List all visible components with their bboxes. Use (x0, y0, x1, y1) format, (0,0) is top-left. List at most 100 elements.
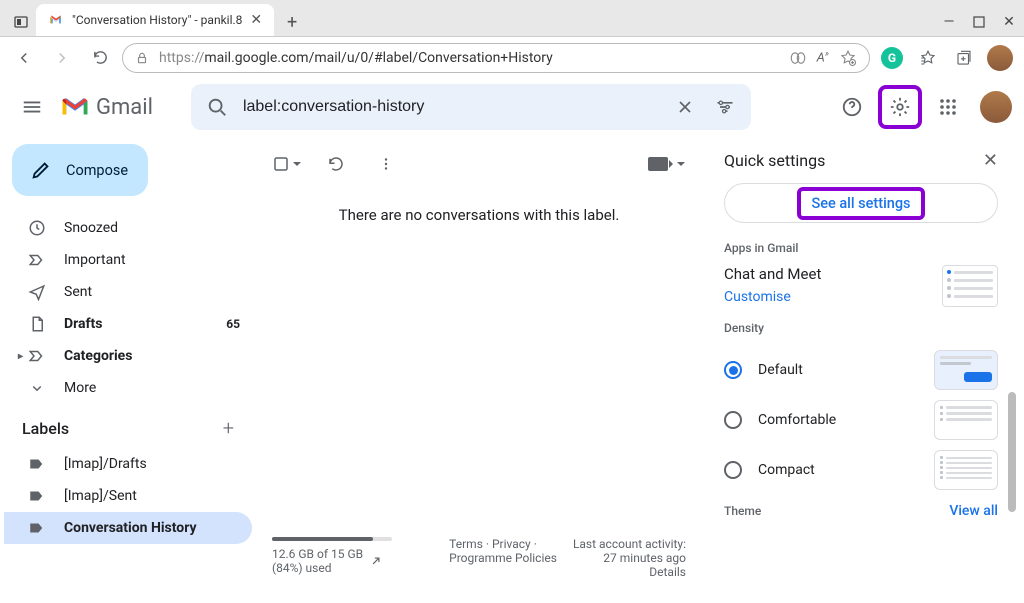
new-tab-button[interactable]: + (278, 8, 306, 36)
add-label-icon[interactable]: + (223, 416, 234, 440)
url-prefix: https:// (159, 50, 204, 66)
label-imap-drafts[interactable]: [Imap]/Drafts (4, 448, 252, 480)
gmail-logo[interactable]: Gmail (60, 95, 153, 120)
address-bar: https://mail.google.com/mail/u/0/#label/… (0, 36, 1024, 78)
density-preview-comfortable (934, 400, 998, 440)
compose-button[interactable]: Compose (12, 144, 148, 196)
more-options-icon[interactable] (370, 148, 402, 180)
window-minimize[interactable]: ― (934, 8, 964, 36)
gmail-logo-text: Gmail (96, 95, 153, 120)
clock-icon (28, 219, 46, 237)
sidebar-item-categories[interactable]: ▸ Categories (4, 340, 252, 372)
close-panel-icon[interactable]: ✕ (983, 150, 998, 171)
address-field[interactable]: https://mail.google.com/mail/u/0/#label/… (122, 43, 870, 73)
gmail-header: Gmail (0, 78, 1024, 136)
apps-icon[interactable] (928, 87, 968, 127)
search-input[interactable] (243, 98, 659, 116)
input-tools-icon[interactable] (648, 157, 686, 171)
density-preview-default (934, 350, 998, 390)
collections-icon[interactable] (948, 42, 980, 74)
compose-label: Compose (66, 162, 128, 179)
sidebar: Compose Snoozed Important Sent Drafts 65… (4, 136, 252, 603)
empty-state-message: There are no conversations with this lab… (256, 188, 702, 242)
main-content: There are no conversations with this lab… (256, 136, 702, 603)
sidebar-item-more[interactable]: More (4, 372, 252, 404)
sidebar-item-drafts[interactable]: Drafts 65 (4, 308, 252, 340)
quick-settings-title: Quick settings (724, 151, 825, 170)
tab-overview-button[interactable] (6, 8, 36, 36)
label-icon (28, 519, 46, 537)
profile-avatar-browser[interactable] (984, 42, 1016, 74)
search-icon[interactable] (203, 93, 231, 121)
density-section-title: Density (724, 321, 1012, 335)
sidebar-item-important[interactable]: Important (4, 244, 252, 276)
footer-links[interactable]: Terms · Privacy · Programme Policies (449, 537, 557, 579)
refresh-button[interactable] (84, 42, 116, 74)
quick-settings-panel: Quick settings ✕ See all settings Apps i… (706, 136, 1016, 603)
browser-tab[interactable]: "Conversation History" - pankil.8 ✕ (36, 4, 274, 36)
gmail-app: Gmail Compose Snoozed (0, 78, 1024, 603)
theme-view-all-link[interactable]: View all (949, 503, 998, 519)
label-icon (28, 487, 46, 505)
tab-close-icon[interactable]: ✕ (250, 12, 262, 28)
theme-section-title: Theme (724, 504, 761, 518)
linked-icon[interactable] (789, 51, 807, 65)
main-footer: 12.6 GB of 15 GB (84%) used Terms · Priv… (256, 529, 702, 599)
gmail-logo-icon (60, 95, 90, 119)
refresh-icon[interactable] (320, 148, 352, 180)
density-option-compact[interactable]: Compact (724, 445, 1012, 495)
sent-icon (28, 283, 46, 301)
see-all-settings-button[interactable]: See all settings (724, 183, 998, 223)
radio-icon (724, 461, 742, 479)
activity-info: Last account activity: 27 minutes ago De… (573, 537, 686, 579)
categories-icon: ▸ (28, 347, 46, 365)
browser-chrome: "Conversation History" - pankil.8 ✕ + ― … (0, 0, 1024, 78)
select-all-checkbox[interactable] (272, 155, 302, 173)
density-option-default[interactable]: Default (724, 345, 1012, 395)
activity-details-link[interactable]: Details (573, 565, 686, 579)
grammarly-icon[interactable]: G (876, 42, 908, 74)
search-box[interactable] (191, 84, 751, 130)
main-menu-button[interactable] (12, 87, 52, 127)
settings-button[interactable] (878, 85, 922, 129)
drafts-count: 65 (226, 317, 240, 331)
gmail-favicon (48, 12, 64, 28)
window-close[interactable]: ✕ (994, 8, 1024, 36)
radio-icon (724, 411, 742, 429)
density-preview-compact (934, 450, 998, 490)
panel-scrollbar[interactable] (1008, 392, 1016, 512)
radio-checked-icon (724, 361, 742, 379)
chat-meet-label: Chat and Meet (724, 265, 821, 283)
sidebar-item-snoozed[interactable]: Snoozed (4, 212, 252, 244)
chat-meet-preview (942, 265, 998, 307)
apps-section-title: Apps in Gmail (724, 241, 1012, 255)
open-external-icon (369, 554, 383, 568)
important-icon (28, 251, 46, 269)
back-button[interactable] (8, 42, 40, 74)
chevron-down-icon (28, 379, 46, 397)
label-icon (28, 455, 46, 473)
read-aloud-icon[interactable]: A» (817, 49, 829, 65)
chevron-down-icon (292, 159, 302, 169)
support-icon[interactable] (832, 87, 872, 127)
drafts-icon (28, 315, 46, 333)
labels-header: Labels + (4, 404, 252, 448)
storage-indicator[interactable]: 12.6 GB of 15 GB (84%) used (272, 537, 433, 579)
forward-button (46, 42, 78, 74)
add-favorite-icon[interactable] (839, 49, 857, 67)
pencil-icon (30, 159, 52, 181)
label-conversation-history[interactable]: Conversation History (4, 512, 252, 544)
window-maximize[interactable] (964, 8, 994, 36)
mail-toolbar (256, 140, 702, 188)
clear-search-icon[interactable] (671, 93, 699, 121)
label-imap-sent[interactable]: [Imap]/Sent (4, 480, 252, 512)
customise-link[interactable]: Customise (724, 289, 821, 305)
sidebar-item-sent[interactable]: Sent (4, 276, 252, 308)
search-options-icon[interactable] (711, 93, 739, 121)
tab-bar: "Conversation History" - pankil.8 ✕ + ― … (0, 0, 1024, 36)
account-avatar[interactable] (980, 91, 1012, 123)
favorites-icon[interactable] (912, 42, 944, 74)
density-option-comfortable[interactable]: Comfortable (724, 395, 1012, 445)
tab-title: "Conversation History" - pankil.8 (72, 13, 242, 27)
lock-icon (135, 51, 149, 65)
